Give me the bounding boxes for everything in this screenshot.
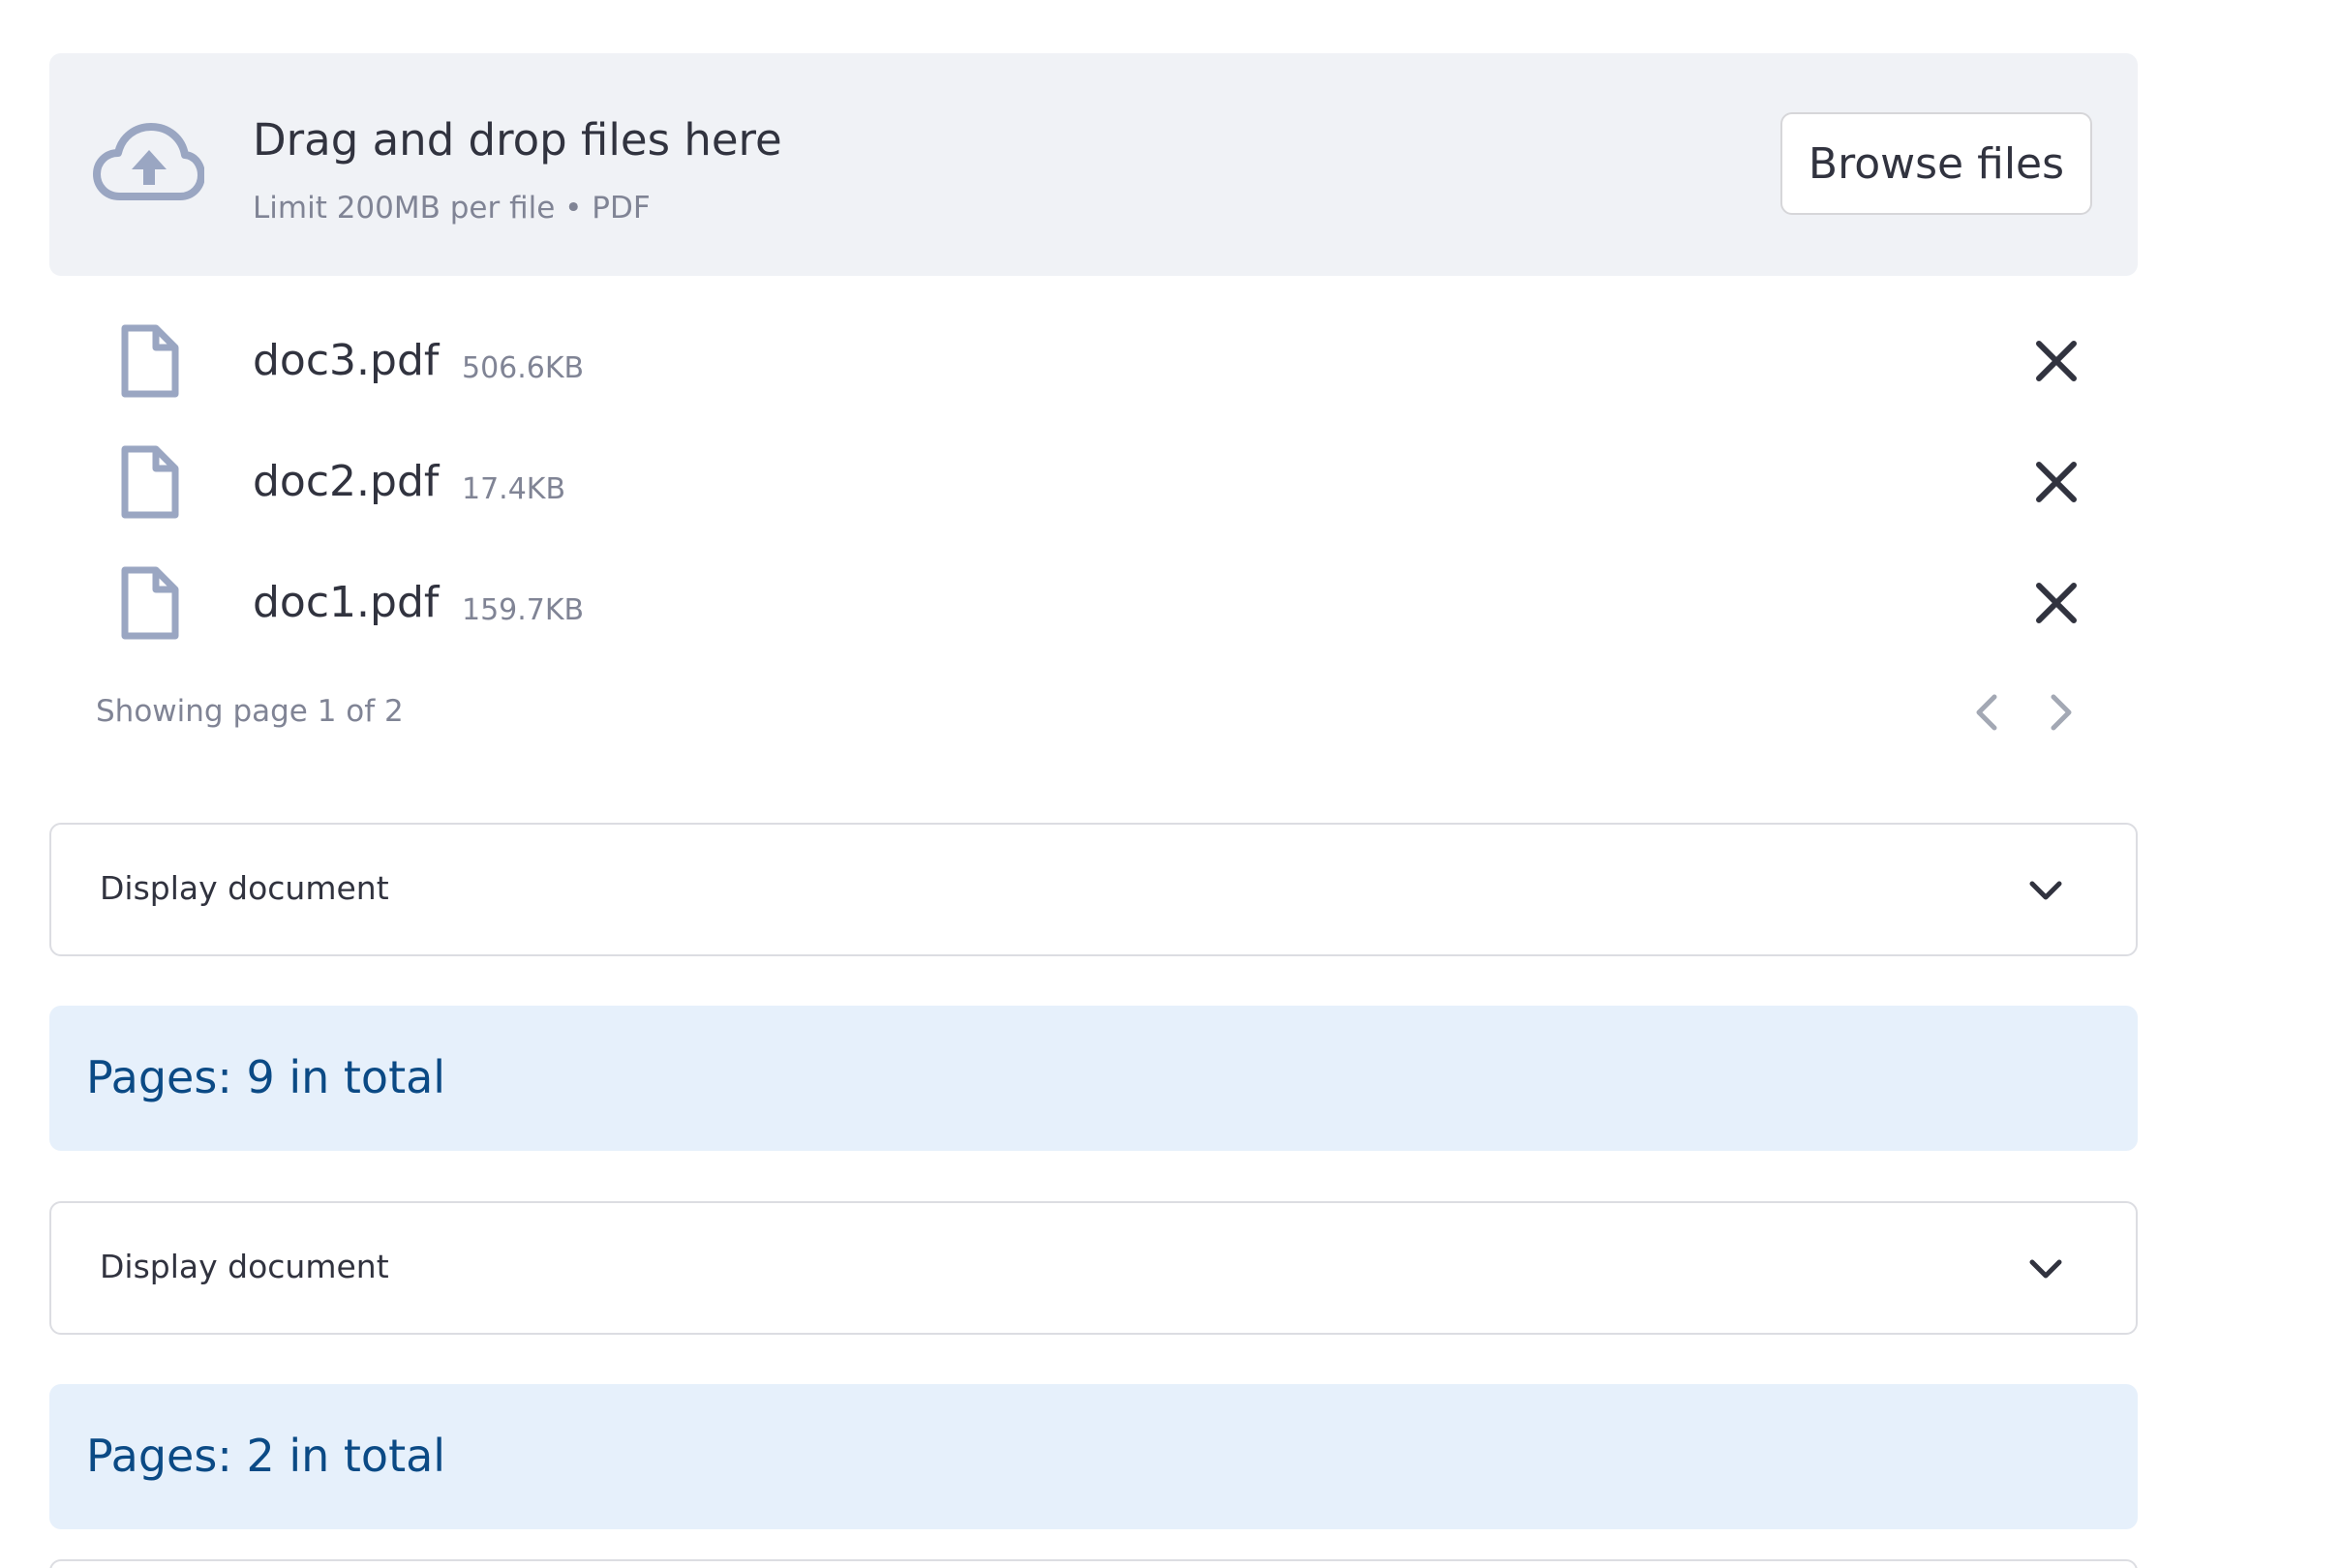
pagination-status: Showing page 1 of 2 xyxy=(96,694,404,729)
expander-label: Display document xyxy=(100,869,389,907)
file-size: 17.4KB xyxy=(462,472,566,506)
next-page-icon[interactable] xyxy=(2036,689,2083,736)
uploaded-file-row: doc2.pdf 17.4KB xyxy=(49,436,2138,532)
remove-file-icon[interactable] xyxy=(2029,334,2083,388)
file-size: 506.6KB xyxy=(462,351,585,385)
browse-files-button[interactable]: Browse files xyxy=(1780,112,2092,215)
display-document-expander[interactable] xyxy=(49,1559,2138,1568)
display-document-expander[interactable]: Display document xyxy=(49,1201,2138,1335)
dropzone-limit-text: Limit 200MB per file • PDF xyxy=(253,191,651,226)
file-name: doc3.pdf xyxy=(253,336,440,385)
file-name: doc1.pdf xyxy=(253,578,440,627)
display-document-expander[interactable]: Display document xyxy=(49,823,2138,956)
uploaded-file-row: doc3.pdf 506.6KB xyxy=(49,315,2138,411)
file-size: 159.7KB xyxy=(462,593,585,627)
uploaded-file-row: doc1.pdf 159.7KB xyxy=(49,557,2138,653)
file-name: doc2.pdf xyxy=(253,457,440,506)
page: ˙ Drag and drop files here Limit 200MB p… xyxy=(0,0,2341,1568)
chevron-down-icon xyxy=(2029,1259,2062,1279)
file-dropzone[interactable]: Drag and drop files here Limit 200MB per… xyxy=(49,53,2138,276)
page-count-info: Pages: 2 in total xyxy=(49,1384,2138,1529)
dropzone-title: Drag and drop files here xyxy=(253,114,782,166)
cut-off-text: ˙ xyxy=(120,0,129,15)
page-count-text: Pages: 9 in total xyxy=(86,1051,446,1103)
remove-file-icon[interactable] xyxy=(2029,576,2083,630)
file-icon xyxy=(121,324,179,398)
expander-label: Display document xyxy=(100,1248,389,1285)
file-icon xyxy=(121,445,179,519)
page-count-info: Pages: 9 in total xyxy=(49,1006,2138,1151)
remove-file-icon[interactable] xyxy=(2029,455,2083,509)
previous-page-icon[interactable] xyxy=(1965,689,2012,736)
chevron-down-icon xyxy=(2029,881,2062,900)
page-count-text: Pages: 2 in total xyxy=(86,1430,446,1482)
cloud-upload-icon xyxy=(93,123,204,200)
file-icon xyxy=(121,566,179,640)
